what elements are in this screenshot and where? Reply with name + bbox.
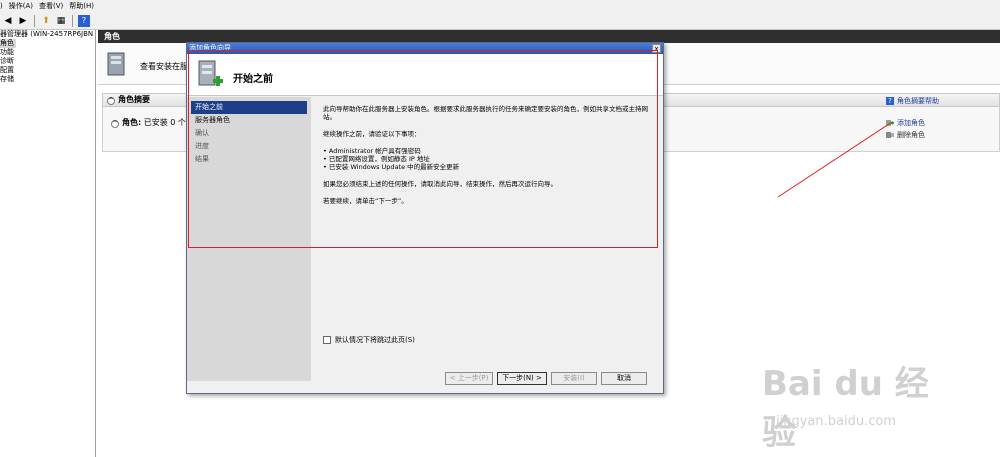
watermark-url: jingyan.baidu.com xyxy=(776,414,896,429)
watermark-brand: Bai du 经验 xyxy=(762,364,929,453)
baidu-watermark: Bai du 经验 jingyan.baidu.com xyxy=(762,356,962,453)
